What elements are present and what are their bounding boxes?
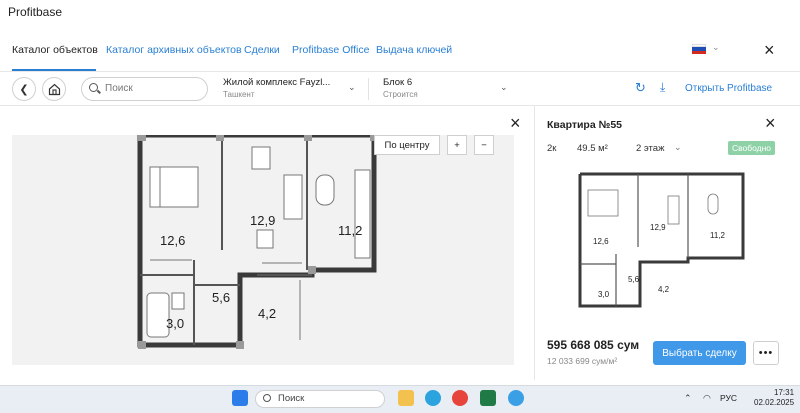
home-icon	[48, 83, 60, 95]
apartment-rooms: 2к	[547, 143, 557, 154]
tab-deals[interactable]: Сделки	[244, 44, 280, 56]
window-title: Profitbase	[8, 5, 63, 19]
block-status: Строится	[383, 90, 418, 99]
chevron-left-icon: ❮	[19, 83, 29, 96]
room-area-label: 12,9	[250, 213, 275, 228]
excel-icon[interactable]	[480, 390, 496, 406]
refresh-icon[interactable]: ↻	[635, 80, 646, 96]
search-placeholder: Поиск	[105, 83, 133, 94]
search-icon	[89, 83, 98, 92]
tab-catalog[interactable]: Каталог объектов	[12, 44, 98, 56]
language-flag-icon[interactable]	[692, 44, 706, 54]
active-tab-indicator	[12, 69, 96, 71]
choose-deal-button[interactable]: Выбрать сделку	[653, 341, 746, 365]
details-close-icon[interactable]: ×	[765, 114, 776, 132]
mini-room-label: 12,9	[650, 223, 666, 232]
taskbar-clock[interactable]: 17:31 02.02.2025	[754, 388, 794, 409]
mini-room-label: 4,2	[658, 285, 670, 294]
telegram-icon[interactable]	[425, 390, 441, 406]
plan-close-icon[interactable]: ×	[510, 114, 521, 132]
room-area-label: 4,2	[258, 306, 276, 321]
mini-room-label: 3,0	[598, 290, 610, 299]
block-chevron-down-icon[interactable]: ⌄	[500, 82, 508, 93]
panel-divider	[534, 106, 535, 380]
apartment-price: 595 668 085 сум	[547, 338, 640, 352]
price-per-m2: 12 033 699 сум/м²	[547, 356, 618, 366]
apartment-floor[interactable]: 2 этаж	[636, 143, 664, 154]
windows-start-icon[interactable]	[232, 390, 248, 406]
apartment-area: 49.5 м²	[577, 143, 608, 154]
divider	[368, 78, 369, 100]
chrome-icon[interactable]	[452, 390, 468, 406]
floor-plan: 12,6 12,9 11,2 5,6 4,2 3,0	[137, 132, 378, 349]
mini-room-label: 5,6	[628, 275, 640, 284]
status-badge: Свободно	[728, 141, 775, 155]
download-icon[interactable]: ⤓	[660, 80, 665, 95]
apartment-title: Квартира №55	[547, 119, 622, 131]
open-profitbase-link[interactable]: Открыть Profitbase	[685, 83, 772, 94]
mini-room-label: 11,2	[710, 231, 726, 240]
tab-archive-catalog[interactable]: Каталог архивных объектов	[106, 44, 242, 56]
window-titlebar: Profitbase	[0, 0, 800, 24]
complex-select-value[interactable]: Жилой комплекс Fayzl...	[223, 77, 330, 88]
floor-chevron-down-icon[interactable]: ⌄	[674, 142, 682, 153]
zoom-out-button[interactable]: −	[474, 135, 494, 155]
room-area-label: 3,0	[166, 316, 184, 331]
language-chevron-down-icon[interactable]: ⌄	[712, 42, 720, 53]
zoom-in-button[interactable]: +	[447, 135, 467, 155]
back-button[interactable]: ❮	[12, 77, 36, 101]
wifi-icon[interactable]: ◠	[703, 393, 711, 404]
floor-plan-viewer[interactable]: 12,6 12,9 11,2 5,6 4,2 3,0	[12, 132, 514, 365]
taskbar-search-placeholder: Поиск	[278, 393, 305, 404]
language-indicator[interactable]: РУС	[720, 393, 737, 403]
room-area-label: 12,6	[160, 233, 185, 248]
more-options-button[interactable]: •••	[753, 341, 779, 365]
tray-chevron-up-icon[interactable]: ⌃	[684, 393, 692, 404]
clock-date: 02.02.2025	[754, 398, 795, 408]
block-select-value[interactable]: Блок 6	[383, 77, 412, 88]
mini-room-label: 12,6	[593, 237, 609, 246]
close-icon[interactable]: ×	[764, 41, 775, 59]
room-area-label: 5,6	[212, 290, 230, 305]
tab-profitbase-office[interactable]: Profitbase Office	[292, 44, 369, 56]
complex-chevron-down-icon[interactable]: ⌄	[348, 82, 356, 93]
taskbar-search-icon	[263, 394, 271, 402]
complex-city: Ташкент	[223, 90, 255, 99]
search-input[interactable]	[81, 77, 208, 101]
taskbar-search-input[interactable]	[255, 390, 385, 408]
clock-time: 17:31	[774, 388, 795, 397]
center-plan-button[interactable]: По центру	[374, 135, 440, 155]
file-explorer-icon[interactable]	[398, 390, 414, 406]
room-area-label: 11,2	[338, 223, 362, 238]
apartment-plan-thumbnail: 12,6 12,9 11,2 5,6 4,2 3,0	[578, 172, 748, 310]
home-button[interactable]	[42, 77, 66, 101]
tab-key-handover[interactable]: Выдача ключей	[376, 44, 452, 56]
edge-icon[interactable]	[508, 390, 524, 406]
